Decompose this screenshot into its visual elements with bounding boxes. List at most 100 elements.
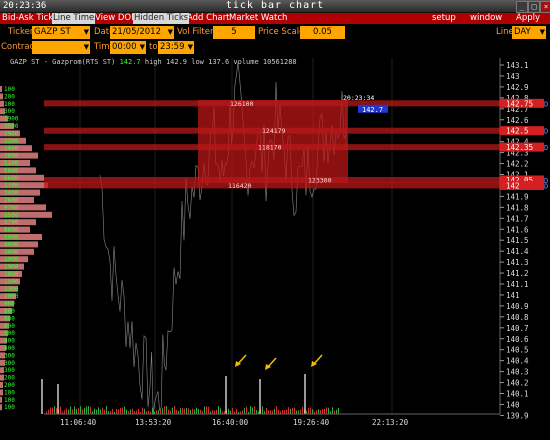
- y-tick-label: 140.8: [506, 313, 529, 322]
- y-tick-label: 141.1: [506, 280, 529, 289]
- time-to-field[interactable]: 23:59 ▼: [158, 41, 194, 54]
- volume-bar: [290, 408, 291, 414]
- menu-apply[interactable]: Apply: [516, 13, 540, 24]
- volume-bar: [194, 409, 195, 414]
- profile-label: 3500: [4, 123, 19, 130]
- profile-label: 100: [4, 404, 15, 411]
- profile-label: 3000: [4, 249, 19, 256]
- menu-bar: Bid-Ask Tick Line Time View DOM Hidden T…: [0, 13, 550, 24]
- menu-market-watch[interactable]: Market Watch: [228, 13, 288, 24]
- volume-bar: [174, 406, 175, 414]
- price-scale-input[interactable]: 0.05: [300, 26, 345, 39]
- volume-bar: [148, 410, 149, 414]
- profile-label: 3400: [4, 190, 19, 197]
- ticker-field[interactable]: GAZP ST ▼: [32, 26, 90, 39]
- profile-label: 100: [4, 389, 15, 396]
- volume-bar: [70, 406, 71, 414]
- menu-bid-ask-tick[interactable]: Bid-Ask Tick: [1, 13, 54, 24]
- volume-bar: [88, 406, 89, 414]
- y-tick-label: 140.1: [506, 390, 529, 399]
- date-field[interactable]: 21/05/2012 ▼: [110, 26, 174, 39]
- close-icon[interactable]: ×: [540, 1, 550, 13]
- volume-bar: [242, 410, 243, 414]
- profile-label: 500: [4, 330, 15, 337]
- contract-field[interactable]: ▼: [32, 41, 90, 54]
- volume-bar: [112, 408, 113, 414]
- y-tick-label: 140.4: [506, 357, 529, 366]
- volume-bar: [142, 407, 143, 414]
- volume-bar: [218, 406, 219, 414]
- volume-bar: [180, 408, 181, 414]
- maximize-icon[interactable]: □: [528, 1, 540, 13]
- volume-bar: [94, 408, 95, 414]
- chevron-down-icon: ▼: [167, 28, 173, 36]
- volume-bar: [192, 408, 193, 414]
- symbol-label: GAZP ST - Gazprom(RTS ST): [10, 58, 116, 66]
- volume-bar: [48, 409, 49, 414]
- volume-bar: [278, 409, 279, 414]
- volume-bar: [282, 410, 283, 414]
- line-select[interactable]: DAY ▼: [512, 26, 546, 39]
- profile-label: 300: [4, 352, 15, 359]
- volume-bar: [78, 407, 79, 414]
- volume-bar: [286, 409, 287, 414]
- y-tick-label: 142.2: [506, 160, 529, 169]
- profile-label: 7900: [4, 130, 19, 137]
- volume-bar: [302, 406, 303, 414]
- volume-bar: [76, 409, 77, 414]
- y-tick-label: 140.2: [506, 379, 529, 388]
- volume-bar: [120, 408, 121, 414]
- menu-window[interactable]: window: [470, 13, 502, 24]
- y-tick-label: 141.3: [506, 258, 529, 267]
- vol-filter-label: Vol Filter: [177, 27, 214, 37]
- low-label: low 137.6: [191, 58, 230, 66]
- profile-label: 2900: [4, 256, 19, 263]
- level-band: [44, 176, 500, 183]
- volume-bar: [316, 410, 317, 414]
- to-label: to: [149, 42, 158, 52]
- volume-bar: [184, 408, 185, 414]
- volume-bar: [106, 406, 107, 414]
- profile-label: 9700: [4, 204, 19, 211]
- profile-label: 5600: [4, 167, 19, 174]
- y-tick-label: 140.5: [506, 346, 529, 355]
- volume-bar: [208, 406, 209, 414]
- x-tick-label: 11:06:40: [60, 418, 97, 427]
- minimize-icon[interactable]: _: [516, 1, 528, 13]
- volume-bar: [204, 406, 205, 414]
- time-from-field[interactable]: 00:00 ▼: [110, 41, 146, 54]
- menu-setup[interactable]: setup: [432, 13, 456, 24]
- profile-label: 5100: [4, 160, 19, 167]
- volume-bar: [122, 407, 123, 414]
- menu-line-time[interactable]: Line Time: [52, 13, 96, 24]
- y-tick-label: 139.9: [506, 411, 529, 420]
- volume-bar: [56, 408, 57, 414]
- volume-bar: [50, 407, 51, 414]
- volume-bar: [300, 409, 301, 414]
- volume-bar: [312, 409, 313, 414]
- y-tick-label: 140.9: [506, 302, 529, 311]
- volume-bar: [268, 410, 269, 414]
- volume-bar: [64, 410, 65, 414]
- profile-bar: [0, 93, 3, 100]
- volume-bar: [190, 409, 191, 414]
- y-tick-label: 141.6: [506, 225, 529, 234]
- y-tick-label: 141: [506, 291, 520, 300]
- volume-bar: [80, 406, 81, 414]
- highlight-zone: [198, 100, 348, 183]
- menu-add-chart[interactable]: Add Chart: [186, 13, 231, 24]
- level-tag-marker: D: [544, 128, 548, 136]
- profile-label: 6600: [4, 175, 19, 182]
- chart-area[interactable]: 1002001003001900350079002200240026005100…: [0, 56, 550, 440]
- profile-bar: [0, 382, 3, 388]
- profile-label: 2600: [4, 197, 19, 204]
- vol-filter-input[interactable]: 5: [213, 26, 255, 39]
- volume-bar: [308, 407, 309, 414]
- menu-hidden-ticks[interactable]: Hidden Ticks: [133, 13, 190, 24]
- volume-bar: [310, 407, 311, 414]
- profile-label: 200: [4, 375, 15, 382]
- volume-bar: [104, 409, 105, 414]
- volume-bar: [130, 409, 131, 414]
- volume-bar: [336, 409, 337, 414]
- volume-bar: [228, 408, 229, 414]
